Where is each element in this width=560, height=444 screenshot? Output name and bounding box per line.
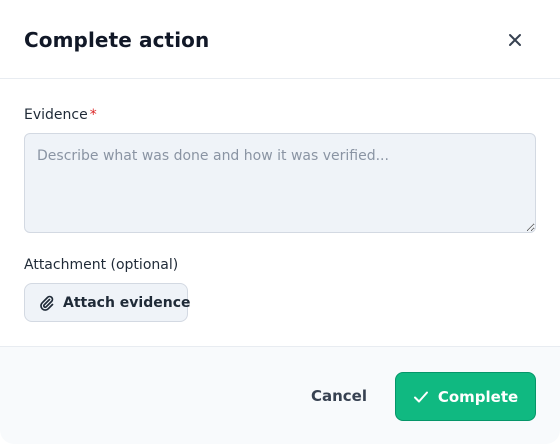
complete-action-dialog: Complete action Evidence* Attachment (op…: [0, 0, 560, 444]
evidence-label: Evidence *: [24, 106, 97, 124]
attachment-label: Attachment (optional): [24, 257, 179, 273]
close-icon: [508, 33, 522, 47]
check-icon: [413, 390, 429, 404]
paperclip-icon: [39, 295, 55, 311]
dialog-header: Complete action: [0, 0, 560, 79]
cancel-button[interactable]: Cancel: [300, 372, 378, 420]
evidence-textarea[interactable]: [24, 133, 536, 233]
complete-button-label: Complete: [437, 387, 519, 406]
close-button[interactable]: [501, 26, 529, 54]
evidence-label-text: Evidence: [24, 107, 88, 123]
required-indicator: *: [89, 107, 97, 123]
attach-evidence-button[interactable]: Attach evidence: [24, 283, 191, 322]
dialog-footer: Cancel Complete: [0, 346, 560, 444]
dialog-title: Complete action: [24, 28, 210, 52]
complete-button[interactable]: Complete: [395, 372, 536, 421]
attach-evidence-label: Attach evidence: [63, 294, 191, 311]
